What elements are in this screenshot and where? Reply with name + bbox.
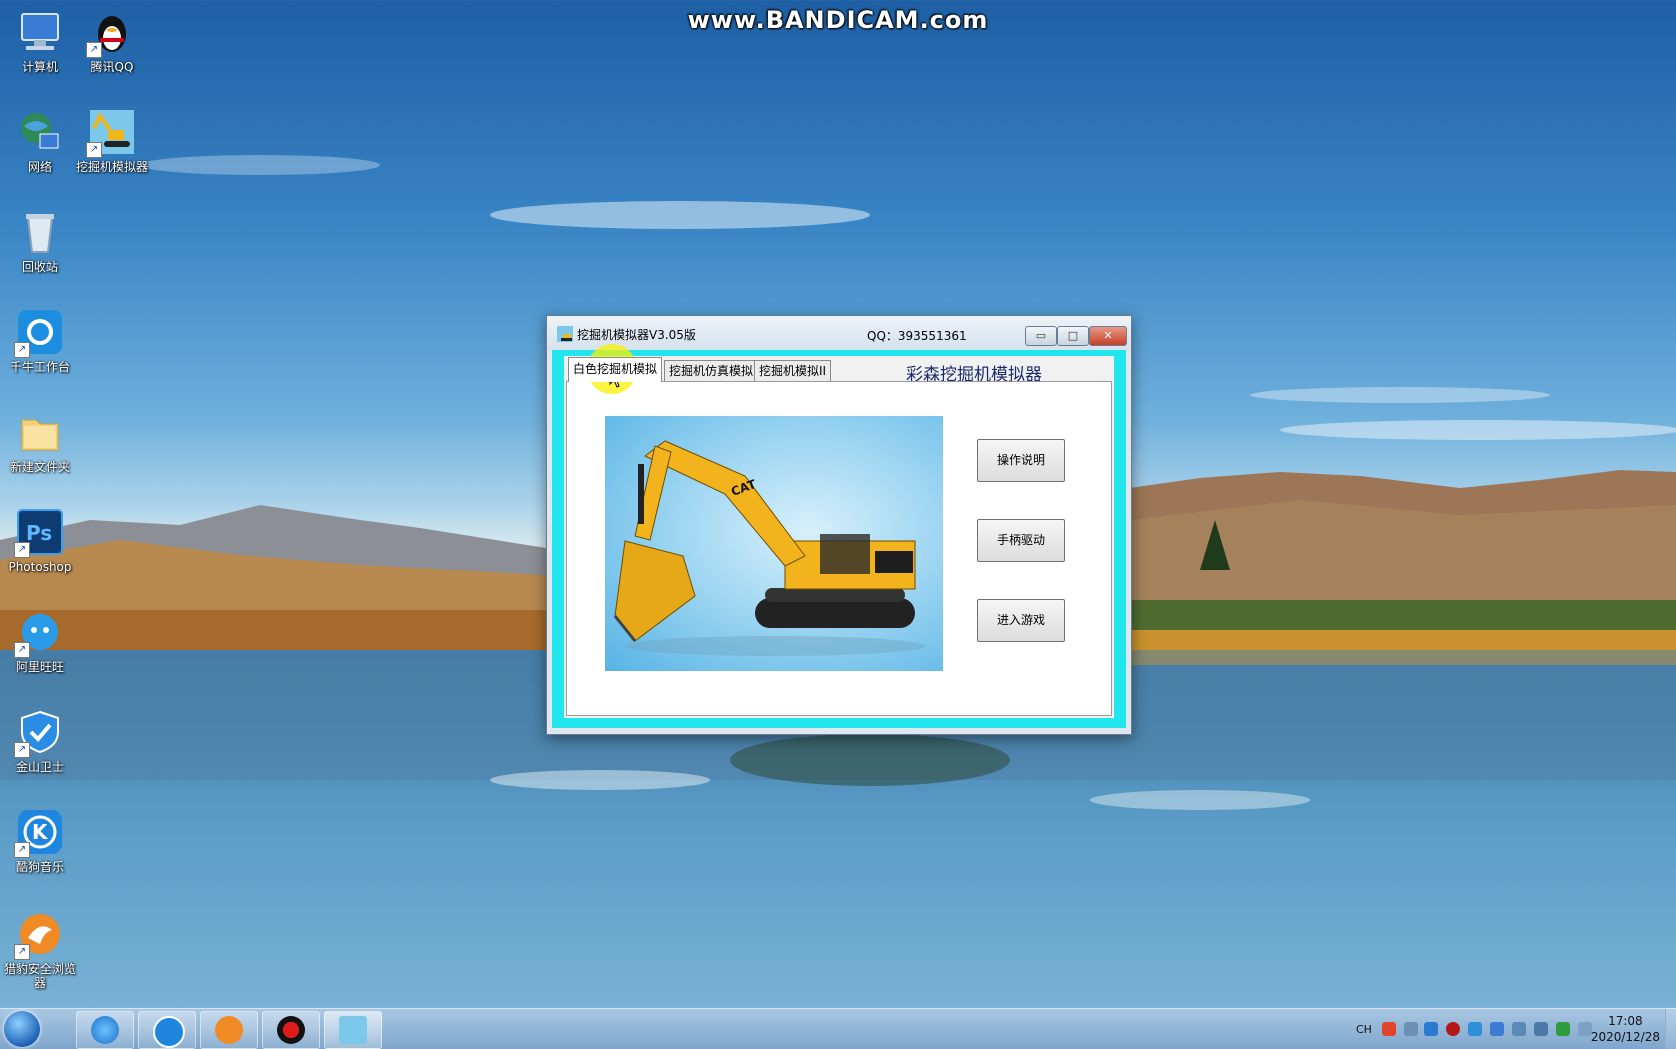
shortcut-arrow-icon: ↗ (14, 542, 30, 558)
desktop-icon-label: 千牛工作台 (9, 360, 70, 374)
desktop-icon-liebao-browser[interactable]: ↗ 猎豹安全浏览器 (0, 910, 80, 990)
network-globe-icon (16, 108, 64, 156)
nvidia-icon[interactable] (1556, 1022, 1570, 1036)
desktop-icon-label: 网络 (27, 160, 52, 174)
shortcut-arrow-icon: ↗ (14, 944, 30, 960)
tab-white-excavator[interactable]: 白色挖掘机模拟 (568, 357, 663, 382)
shortcut-arrow-icon: ↗ (14, 342, 30, 358)
taskbar-liebao[interactable] (200, 1011, 258, 1049)
window-client-area: 白色挖掘机模拟 挖掘机仿真模拟 挖掘机模拟II 彩森挖掘机模拟器 CAT 操作说… (564, 356, 1114, 718)
desktop-icon-computer[interactable]: 计算机 (0, 8, 80, 74)
svg-text:K: K (32, 820, 49, 844)
desktop-icon-recycle-bin[interactable]: 回收站 (0, 208, 80, 274)
desktop-icon-aliwangwang[interactable]: ↗ 阿里旺旺 (0, 608, 80, 674)
taskbar-kugou[interactable] (138, 1011, 196, 1049)
taskbar-bandicam[interactable] (262, 1011, 320, 1049)
desktop-icon-excavator-simulator[interactable]: ↗ 挖掘机模拟器 (72, 108, 152, 174)
network-icon[interactable] (1468, 1022, 1482, 1036)
qq-contact-label: QQ：393551361 (867, 329, 967, 343)
tab-panel: CAT 操作说明 手柄驱动 进入游戏 (566, 381, 1112, 716)
photoshop-icon: Ps ↗ (14, 508, 64, 558)
window-cyan-frame: 白色挖掘机模拟 挖掘机仿真模拟 挖掘机模拟II 彩森挖掘机模拟器 CAT 操作说… (552, 350, 1126, 728)
tab-strip: 白色挖掘机模拟 挖掘机仿真模拟 挖掘机模拟II 彩森挖掘机模拟器 (564, 356, 1114, 385)
excavator-picture: CAT (605, 416, 943, 671)
desktop-icon-photoshop[interactable]: Ps ↗ Photoshop (0, 508, 80, 574)
desktop-icon-label: 猎豹安全浏览器 (3, 962, 76, 990)
input-language-indicator[interactable]: CH (1356, 1023, 1372, 1036)
tab-excavator-simulation[interactable]: 挖掘机仿真模拟 (664, 360, 759, 381)
enter-game-button[interactable]: 进入游戏 (977, 599, 1065, 642)
shield-icon: ↗ (14, 708, 64, 758)
desktop-icon-label: 金山卫士 (15, 760, 64, 774)
gamepad-driver-button[interactable]: 手柄驱动 (977, 519, 1065, 562)
desktop-icon-label: 回收站 (21, 260, 58, 274)
show-desktop-button[interactable] (1665, 1009, 1676, 1049)
folder-icon (16, 408, 64, 456)
system-clock[interactable]: 17:08 2020/12/28 (1591, 1013, 1660, 1045)
desktop-icon-network[interactable]: 网络 (0, 108, 80, 174)
record-icon[interactable] (1446, 1022, 1460, 1036)
liebao-browser-icon (215, 1016, 243, 1044)
maximize-button[interactable]: □ (1057, 326, 1089, 346)
desktop-icon-label: 阿里旺旺 (15, 660, 64, 674)
aliwangwang-icon: ↗ (14, 608, 64, 658)
record-icon (277, 1016, 305, 1044)
excavator-icon (339, 1016, 367, 1044)
minimize-button[interactable]: ▭ (1025, 326, 1057, 346)
window-title: 挖掘机模拟器V3.05版 (577, 328, 696, 342)
desktop-icon-label: Photoshop (8, 560, 72, 574)
shortcut-arrow-icon: ↗ (86, 142, 102, 158)
qianniu-icon: ↗ (14, 308, 64, 358)
desktop-icon-label: 挖掘机模拟器 (75, 160, 148, 174)
computer-icon (16, 8, 64, 56)
bandicam-watermark: www.BANDICAM.com (687, 6, 989, 34)
taskbar-excavator-simulator[interactable] (324, 1011, 382, 1049)
desktop-icon-new-folder[interactable]: 新建文件夹 (0, 408, 80, 474)
taskbar-ie[interactable] (76, 1011, 134, 1049)
desktop-icon-label: 酷狗音乐 (15, 860, 64, 874)
desktop-icon-label: 腾讯QQ (90, 60, 134, 74)
desktop-icon-jinshan-guard[interactable]: ↗ 金山卫士 (0, 708, 80, 774)
excavator-simulator-window[interactable]: 挖掘机模拟器V3.05版 QQ：393551361 ▭ □ ✕ 白色挖掘机模拟 … (546, 315, 1132, 735)
window-titlebar[interactable]: 挖掘机模拟器V3.05版 QQ：393551361 ▭ □ ✕ (547, 316, 1131, 350)
monitor-icon[interactable] (1534, 1022, 1548, 1036)
desktop-icon-qianniu[interactable]: ↗ 千牛工作台 (0, 308, 80, 374)
shortcut-arrow-icon: ↗ (14, 642, 30, 658)
shortcut-arrow-icon: ↗ (14, 842, 30, 858)
excavator-app-icon (557, 326, 573, 346)
display-icon[interactable] (1512, 1022, 1526, 1036)
desktop-icon-qq[interactable]: ↗ 腾讯QQ (72, 8, 152, 74)
instructions-button[interactable]: 操作说明 (977, 439, 1065, 482)
shortcut-arrow-icon: ↗ (14, 742, 30, 758)
taskbar: CH 17:08 2020/12/28 (0, 1008, 1676, 1049)
liebao-browser-icon: ↗ (14, 910, 64, 960)
system-tray: CH 17:08 2020/12/28 (1340, 1009, 1676, 1049)
recycle-bin-icon (16, 208, 64, 256)
penguin-icon: ↗ (86, 8, 136, 58)
excavator-icon: ↗ (86, 108, 136, 158)
sogou-input-icon[interactable] (1382, 1022, 1396, 1036)
media-icon[interactable] (1424, 1022, 1438, 1036)
shortcut-arrow-icon: ↗ (86, 42, 102, 58)
desktop-icon-label: 计算机 (21, 60, 58, 74)
internet-explorer-icon (91, 1016, 119, 1044)
kugou-icon (153, 1016, 185, 1048)
clock-date: 2020/12/28 (1590, 1030, 1660, 1044)
desktop-icon-label: 新建文件夹 (9, 460, 70, 474)
desktop-icon-kugou[interactable]: K ↗ 酷狗音乐 (0, 808, 80, 874)
tray-app-icon[interactable] (1490, 1022, 1504, 1036)
tab-excavator-simulator-ii[interactable]: 挖掘机模拟II (754, 360, 832, 381)
clock-time: 17:08 (1608, 1014, 1643, 1028)
start-button[interactable] (4, 1011, 40, 1047)
kugou-icon: K ↗ (14, 808, 64, 858)
tray-small-icon[interactable] (1404, 1022, 1418, 1036)
close-button[interactable]: ✕ (1089, 326, 1127, 346)
